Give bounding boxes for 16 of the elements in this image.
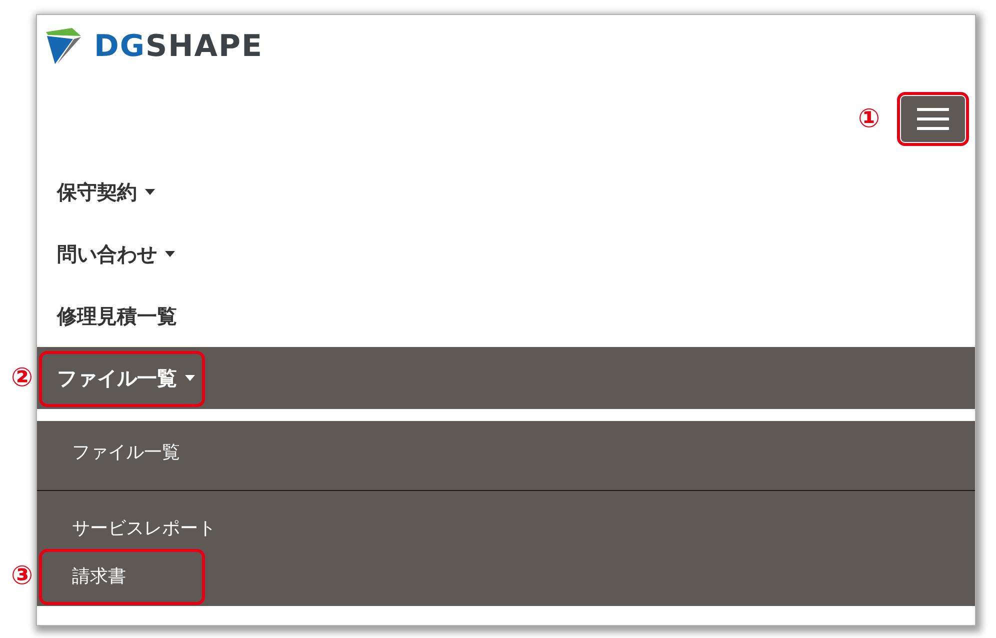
callout-number: ③ bbox=[10, 563, 33, 589]
menu-icon bbox=[917, 108, 949, 130]
logo-wordmark: DGSHAPE bbox=[94, 28, 263, 65]
submenu-item[interactable]: サービスレポート bbox=[37, 504, 975, 552]
submenu-item[interactable]: 請求書 bbox=[37, 552, 975, 600]
nav-menu-item[interactable]: 保守契約 bbox=[37, 161, 975, 223]
nav-menu-item[interactable]: 問い合わせ bbox=[37, 223, 975, 285]
submenu-item[interactable]: ファイル一覧 bbox=[37, 428, 975, 491]
nav-menu-item[interactable]: 修理見積一覧 bbox=[37, 285, 975, 347]
callout-number: ② bbox=[10, 365, 33, 391]
caret-icon bbox=[165, 251, 175, 257]
nav-menu-item[interactable]: ファイル一覧 bbox=[37, 347, 975, 409]
logo-mark-icon bbox=[45, 28, 82, 65]
caret-icon bbox=[145, 189, 155, 195]
caret-icon bbox=[185, 375, 195, 381]
callout-number: ① bbox=[858, 106, 880, 132]
